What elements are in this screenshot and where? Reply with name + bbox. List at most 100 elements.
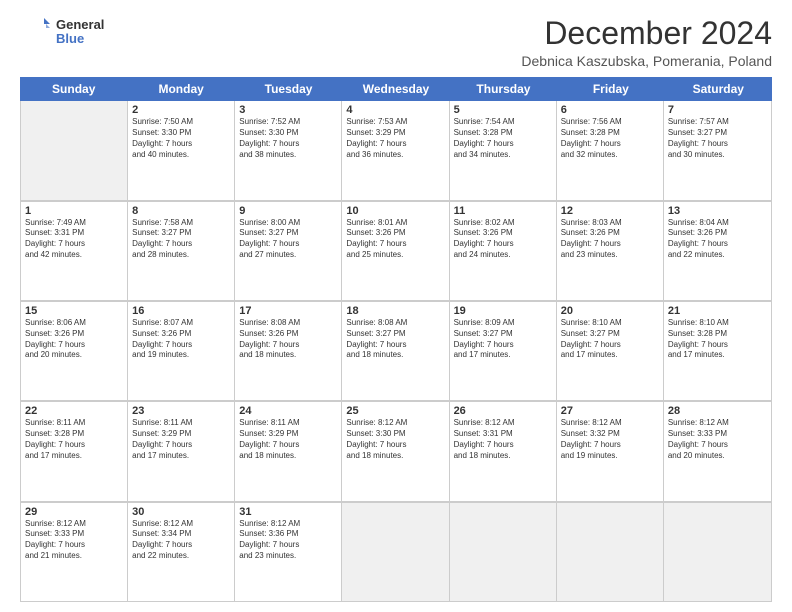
- day-number: 23: [132, 405, 230, 417]
- cell-dec23: 23 Sunrise: 8:11 AMSunset: 3:29 PMDaylig…: [128, 402, 235, 500]
- day-number: 9: [239, 205, 337, 217]
- cell-dec27: 27 Sunrise: 8:12 AMSunset: 3:32 PMDaylig…: [557, 402, 664, 500]
- cell-dec10: 10 Sunrise: 8:01 AMSunset: 3:26 PMDaylig…: [342, 202, 449, 300]
- day-number: 26: [454, 405, 552, 417]
- cell-dec29: 29 Sunrise: 8:12 AMSunset: 3:33 PMDaylig…: [21, 503, 128, 601]
- day-number: 19: [454, 305, 552, 317]
- day-number: 16: [132, 305, 230, 317]
- cell-dec21: 21 Sunrise: 8:10 AMSunset: 3:28 PMDaylig…: [664, 302, 771, 400]
- cell-info: Sunrise: 8:06 AMSunset: 3:26 PMDaylight:…: [25, 318, 123, 361]
- cell-dec20: 20 Sunrise: 8:10 AMSunset: 3:27 PMDaylig…: [557, 302, 664, 400]
- day-number: 10: [346, 205, 444, 217]
- cell-info: Sunrise: 7:52 AMSunset: 3:30 PMDaylight:…: [239, 117, 337, 160]
- cell-dec5: 5 Sunrise: 7:54 AMSunset: 3:28 PMDayligh…: [450, 101, 557, 199]
- day-number: 6: [561, 104, 659, 116]
- cell-info: Sunrise: 7:53 AMSunset: 3:29 PMDaylight:…: [346, 117, 444, 160]
- cell-dec6: 6 Sunrise: 7:56 AMSunset: 3:28 PMDayligh…: [557, 101, 664, 199]
- month-title: December 2024: [521, 16, 772, 51]
- cell-empty-3: [450, 503, 557, 601]
- cell-info: Sunrise: 7:49 AMSunset: 3:31 PMDaylight:…: [25, 218, 123, 261]
- cell-empty-2: [342, 503, 449, 601]
- cell-dec8: 8 Sunrise: 7:58 AMSunset: 3:27 PMDayligh…: [128, 202, 235, 300]
- calendar-header: Sunday Monday Tuesday Wednesday Thursday…: [20, 77, 772, 101]
- title-area: December 2024 Debnica Kaszubska, Pomeran…: [521, 16, 772, 69]
- cell-info: Sunrise: 8:09 AMSunset: 3:27 PMDaylight:…: [454, 318, 552, 361]
- header-thursday: Thursday: [450, 77, 557, 101]
- cell-info: Sunrise: 8:04 AMSunset: 3:26 PMDaylight:…: [668, 218, 767, 261]
- cell-info: Sunrise: 8:12 AMSunset: 3:33 PMDaylight:…: [668, 418, 767, 461]
- week-row-0: 2 Sunrise: 7:50 AMSunset: 3:30 PMDayligh…: [21, 101, 771, 200]
- day-number: 28: [668, 405, 767, 417]
- header: General Blue December 2024 Debnica Kaszu…: [20, 16, 772, 69]
- cell-dec3: 3 Sunrise: 7:52 AMSunset: 3:30 PMDayligh…: [235, 101, 342, 199]
- cell-info: Sunrise: 7:58 AMSunset: 3:27 PMDaylight:…: [132, 218, 230, 261]
- day-number: 8: [132, 205, 230, 217]
- day-number: 24: [239, 405, 337, 417]
- cell-info: Sunrise: 7:57 AMSunset: 3:27 PMDaylight:…: [668, 117, 767, 160]
- cell-dec7: 7 Sunrise: 7:57 AMSunset: 3:27 PMDayligh…: [664, 101, 771, 199]
- cell-dec19: 19 Sunrise: 8:09 AMSunset: 3:27 PMDaylig…: [450, 302, 557, 400]
- cell-info: Sunrise: 8:12 AMSunset: 3:30 PMDaylight:…: [346, 418, 444, 461]
- cell-info: Sunrise: 8:00 AMSunset: 3:27 PMDaylight:…: [239, 218, 337, 261]
- week-row-4: 29 Sunrise: 8:12 AMSunset: 3:33 PMDaylig…: [21, 502, 771, 601]
- logo-icon: [20, 16, 52, 48]
- cell-dec4: 4 Sunrise: 7:53 AMSunset: 3:29 PMDayligh…: [342, 101, 449, 199]
- day-number: 2: [132, 104, 230, 116]
- cell-info: Sunrise: 7:54 AMSunset: 3:28 PMDaylight:…: [454, 117, 552, 160]
- cell-dec16: 16 Sunrise: 8:07 AMSunset: 3:26 PMDaylig…: [128, 302, 235, 400]
- day-number: 15: [25, 305, 123, 317]
- header-monday: Monday: [127, 77, 234, 101]
- day-number: 3: [239, 104, 337, 116]
- cell-dec18: 18 Sunrise: 8:08 AMSunset: 3:27 PMDaylig…: [342, 302, 449, 400]
- cell-info: Sunrise: 8:10 AMSunset: 3:27 PMDaylight:…: [561, 318, 659, 361]
- cell-dec31: 31 Sunrise: 8:12 AMSunset: 3:36 PMDaylig…: [235, 503, 342, 601]
- header-tuesday: Tuesday: [235, 77, 342, 101]
- cell-info: Sunrise: 8:11 AMSunset: 3:28 PMDaylight:…: [25, 418, 123, 461]
- day-number: 7: [668, 104, 767, 116]
- cell-info: Sunrise: 8:03 AMSunset: 3:26 PMDaylight:…: [561, 218, 659, 261]
- cell-info: Sunrise: 8:12 AMSunset: 3:34 PMDaylight:…: [132, 519, 230, 562]
- cell-empty-1: [21, 101, 128, 199]
- cell-info: Sunrise: 8:12 AMSunset: 3:32 PMDaylight:…: [561, 418, 659, 461]
- cell-info: Sunrise: 8:07 AMSunset: 3:26 PMDaylight:…: [132, 318, 230, 361]
- cell-dec28: 28 Sunrise: 8:12 AMSunset: 3:33 PMDaylig…: [664, 402, 771, 500]
- week-row-3: 22 Sunrise: 8:11 AMSunset: 3:28 PMDaylig…: [21, 401, 771, 501]
- cell-dec17: 17 Sunrise: 8:08 AMSunset: 3:26 PMDaylig…: [235, 302, 342, 400]
- day-number: 11: [454, 205, 552, 217]
- day-number: 20: [561, 305, 659, 317]
- calendar-body: 2 Sunrise: 7:50 AMSunset: 3:30 PMDayligh…: [20, 101, 772, 602]
- cell-info: Sunrise: 8:01 AMSunset: 3:26 PMDaylight:…: [346, 218, 444, 261]
- cell-info: Sunrise: 8:12 AMSunset: 3:36 PMDaylight:…: [239, 519, 337, 562]
- cell-info: Sunrise: 8:08 AMSunset: 3:27 PMDaylight:…: [346, 318, 444, 361]
- cell-empty-4: [557, 503, 664, 601]
- week-row-1: 1 Sunrise: 7:49 AMSunset: 3:31 PMDayligh…: [21, 201, 771, 301]
- day-number: 25: [346, 405, 444, 417]
- header-friday: Friday: [557, 77, 664, 101]
- calendar: Sunday Monday Tuesday Wednesday Thursday…: [20, 77, 772, 602]
- cell-dec11: 11 Sunrise: 8:02 AMSunset: 3:26 PMDaylig…: [450, 202, 557, 300]
- cell-dec15: 15 Sunrise: 8:06 AMSunset: 3:26 PMDaylig…: [21, 302, 128, 400]
- day-number: 22: [25, 405, 123, 417]
- day-number: 12: [561, 205, 659, 217]
- day-number: 1: [25, 205, 123, 217]
- cell-dec24: 24 Sunrise: 8:11 AMSunset: 3:29 PMDaylig…: [235, 402, 342, 500]
- logo: General Blue: [20, 16, 104, 48]
- cell-info: Sunrise: 8:11 AMSunset: 3:29 PMDaylight:…: [239, 418, 337, 461]
- cell-dec22: 22 Sunrise: 8:11 AMSunset: 3:28 PMDaylig…: [21, 402, 128, 500]
- week-row-2: 15 Sunrise: 8:06 AMSunset: 3:26 PMDaylig…: [21, 301, 771, 401]
- cell-empty-5: [664, 503, 771, 601]
- day-number: 4: [346, 104, 444, 116]
- page: General Blue December 2024 Debnica Kaszu…: [0, 0, 792, 612]
- cell-info: Sunrise: 7:50 AMSunset: 3:30 PMDaylight:…: [132, 117, 230, 160]
- header-wednesday: Wednesday: [342, 77, 449, 101]
- cell-info: Sunrise: 8:12 AMSunset: 3:31 PMDaylight:…: [454, 418, 552, 461]
- cell-dec2: 2 Sunrise: 7:50 AMSunset: 3:30 PMDayligh…: [128, 101, 235, 199]
- cell-info: Sunrise: 8:08 AMSunset: 3:26 PMDaylight:…: [239, 318, 337, 361]
- cell-dec1: 1 Sunrise: 7:49 AMSunset: 3:31 PMDayligh…: [21, 202, 128, 300]
- cell-dec13: 13 Sunrise: 8:04 AMSunset: 3:26 PMDaylig…: [664, 202, 771, 300]
- cell-dec12: 12 Sunrise: 8:03 AMSunset: 3:26 PMDaylig…: [557, 202, 664, 300]
- cell-dec30: 30 Sunrise: 8:12 AMSunset: 3:34 PMDaylig…: [128, 503, 235, 601]
- day-number: 17: [239, 305, 337, 317]
- cell-info: Sunrise: 7:56 AMSunset: 3:28 PMDaylight:…: [561, 117, 659, 160]
- subtitle: Debnica Kaszubska, Pomerania, Poland: [521, 53, 772, 69]
